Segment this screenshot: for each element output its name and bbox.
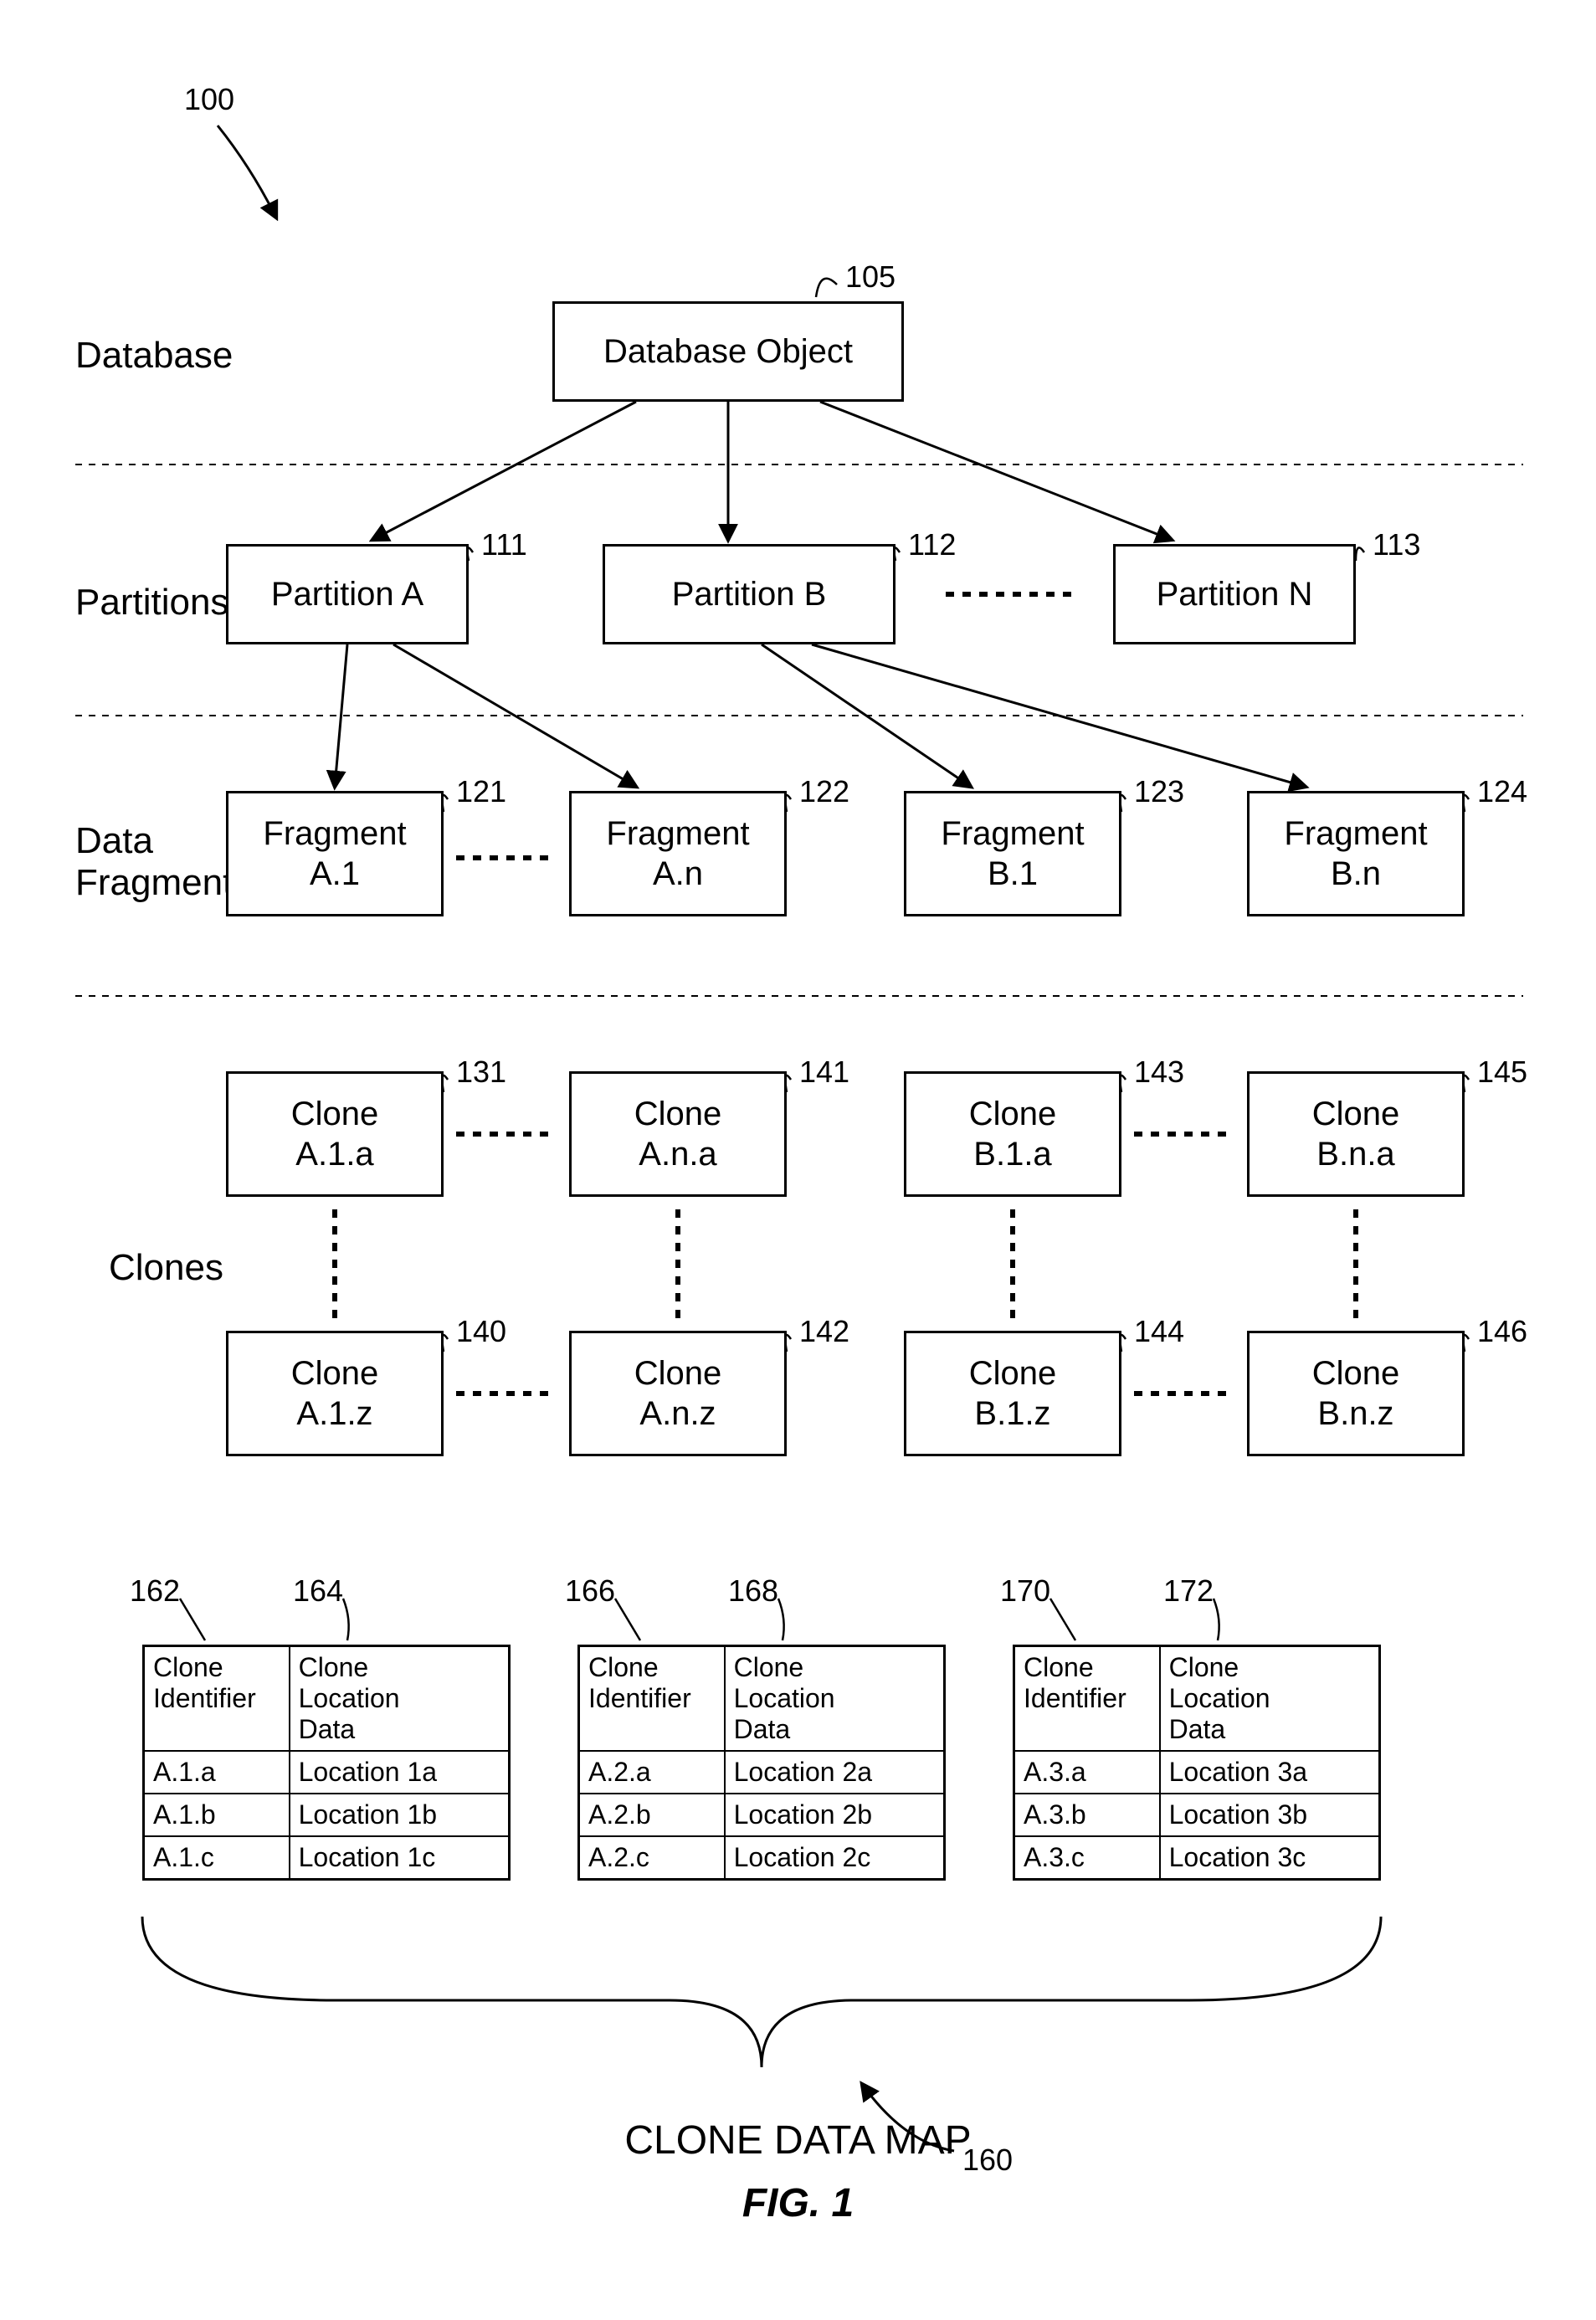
ref-105: 105 [845,259,896,295]
clone-map-table-1: Clone Identifier Clone Location Data A.1… [142,1645,511,1881]
node-fragment-b1: Fragment B.1 [904,791,1121,916]
node-clone-bna: Clone B.n.a [1247,1071,1465,1197]
ref-162: 162 [130,1573,180,1609]
table-cell: A.1.c [145,1835,290,1878]
node-database-object: Database Object [552,301,904,402]
ref-160: 160 [962,2143,1013,2178]
ref-140: 140 [456,1314,506,1349]
node-label: Clone B.1.a [969,1094,1057,1174]
node-label: Fragment A.1 [263,814,406,894]
clone-map-table-2: Clone Identifier Clone Location Data A.2… [577,1645,946,1881]
node-label: Clone B.n.z [1312,1353,1400,1434]
table-cell: Location 3a [1161,1750,1378,1793]
row-label-database: Database [75,335,233,377]
node-fragment-an: Fragment A.n [569,791,787,916]
node-clone-b1a: Clone B.1.a [904,1071,1121,1197]
table-cell: A.3.b [1015,1793,1161,1835]
table-cell: A.1.a [145,1750,290,1793]
node-partition-n: Partition N [1113,544,1356,644]
ref-131: 131 [456,1055,506,1090]
table-cell: A.3.a [1015,1750,1161,1793]
ref-166: 166 [565,1573,615,1609]
node-label: Partition B [672,574,827,614]
node-clone-a1a: Clone A.1.a [226,1071,444,1197]
ref-112: 112 [908,527,956,562]
ref-144: 144 [1134,1314,1184,1349]
table-cell: Location 1a [290,1750,508,1793]
ref-100: 100 [184,82,234,117]
table-cell: Location 2c [726,1835,943,1878]
ref-170: 170 [1000,1573,1050,1609]
table-header-loc: Clone Location Data [1161,1647,1378,1750]
node-label: Partition A [271,574,423,614]
table-cell: Location 3c [1161,1835,1378,1878]
node-label: Fragment A.n [606,814,749,894]
row-label-datafragments: Data Fragments [75,820,251,904]
node-label: Clone A.1.a [291,1094,379,1174]
table-header-id: Clone Identifier [145,1647,290,1750]
table-cell: Location 2a [726,1750,943,1793]
table-cell: A.2.a [580,1750,726,1793]
ref-164: 164 [293,1573,343,1609]
table-cell: A.3.c [1015,1835,1161,1878]
ref-141: 141 [799,1055,849,1090]
clone-data-map-label: CLONE DATA MAP [0,2117,1596,2163]
row-label-partitions: Partitions [75,582,228,624]
clone-map-table-3: Clone Identifier Clone Location Data A.3… [1013,1645,1381,1881]
ref-143: 143 [1134,1055,1184,1090]
node-label: Clone A.n.z [634,1353,722,1434]
node-clone-bnz: Clone B.n.z [1247,1331,1465,1456]
table-cell: Location 2b [726,1793,943,1835]
node-label: Database Object [603,331,853,372]
node-clone-ana: Clone A.n.a [569,1071,787,1197]
node-label: Clone B.1.z [969,1353,1057,1434]
node-label: Clone B.n.a [1312,1094,1400,1174]
table-cell: Location 1b [290,1793,508,1835]
ref-168: 168 [728,1573,778,1609]
row-label-clones: Clones [109,1247,223,1289]
table-cell: Location 1c [290,1835,508,1878]
node-fragment-bn: Fragment B.n [1247,791,1465,916]
node-label: Fragment B.n [1284,814,1427,894]
table-header-loc: Clone Location Data [726,1647,943,1750]
node-fragment-a1: Fragment A.1 [226,791,444,916]
figure-label: FIG. 1 [0,2180,1596,2226]
node-label: Partition N [1157,574,1313,614]
table-header-id: Clone Identifier [580,1647,726,1750]
ref-172: 172 [1163,1573,1214,1609]
table-header-id: Clone Identifier [1015,1647,1161,1750]
node-clone-a1z: Clone A.1.z [226,1331,444,1456]
ref-121: 121 [456,774,506,809]
ref-146: 146 [1477,1314,1527,1349]
node-clone-b1z: Clone B.1.z [904,1331,1121,1456]
node-label: Clone A.1.z [291,1353,379,1434]
ref-122: 122 [799,774,849,809]
table-cell: Location 3b [1161,1793,1378,1835]
table-cell: A.2.c [580,1835,726,1878]
table-cell: A.1.b [145,1793,290,1835]
node-partition-a: Partition A [226,544,469,644]
ref-113: 113 [1373,527,1420,562]
table-cell: A.2.b [580,1793,726,1835]
node-partition-b: Partition B [603,544,896,644]
node-label: Clone A.n.a [634,1094,722,1174]
ref-124: 124 [1477,774,1527,809]
node-clone-anz: Clone A.n.z [569,1331,787,1456]
node-label: Fragment B.1 [941,814,1084,894]
ref-123: 123 [1134,774,1184,809]
table-header-loc: Clone Location Data [290,1647,508,1750]
ref-145: 145 [1477,1055,1527,1090]
ref-111: 111 [481,527,527,562]
ref-142: 142 [799,1314,849,1349]
